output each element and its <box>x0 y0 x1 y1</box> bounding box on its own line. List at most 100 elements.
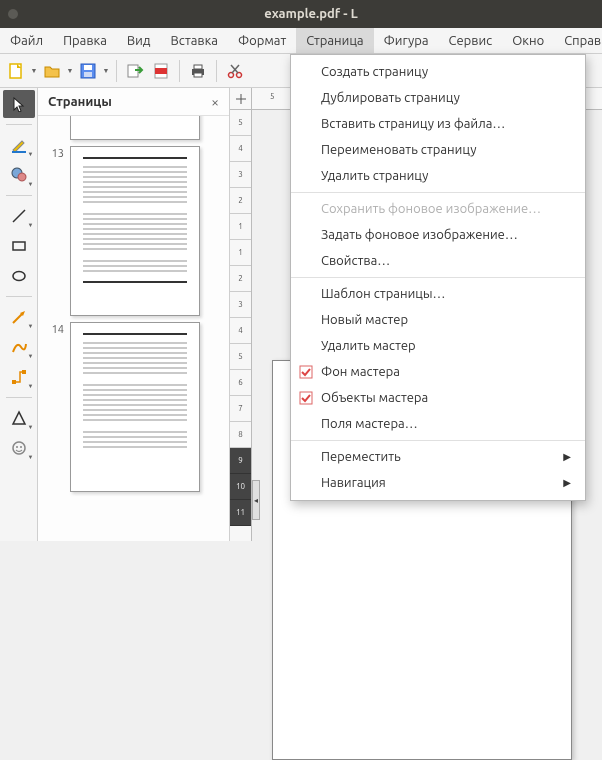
titlebar: example.pdf - L <box>0 0 602 28</box>
menu-window[interactable]: Окно <box>502 28 554 53</box>
select-tool[interactable] <box>3 90 35 118</box>
page-thumb-row[interactable]: 14 <box>44 322 223 492</box>
menu-separator <box>291 192 585 193</box>
menu-file[interactable]: Файл <box>0 28 53 53</box>
page-thumbnail[interactable] <box>70 146 200 316</box>
page-thumb-row[interactable]: 13 <box>44 146 223 316</box>
pages-panel-header: Страницы × <box>38 88 229 116</box>
pages-panel-title: Страницы <box>48 95 211 109</box>
symbol-tool[interactable]: ▼ <box>3 434 35 462</box>
ellipse-tool[interactable] <box>3 262 35 290</box>
menu-shape[interactable]: Фигура <box>374 28 439 53</box>
ruler-tick: 2 <box>230 266 251 292</box>
page-thumbnail[interactable] <box>70 322 200 492</box>
menu-item-label: Задать фоновое изображение… <box>321 228 518 242</box>
menu-item-label: Навигация <box>321 476 386 490</box>
menu-delete-page[interactable]: Удалить страницу <box>291 163 585 189</box>
menu-tools[interactable]: Сервис <box>439 28 503 53</box>
basic-shapes-tool[interactable]: ▼ <box>3 404 35 432</box>
menu-view[interactable]: Вид <box>117 28 161 53</box>
menu-item-label: Удалить мастер <box>321 339 416 353</box>
ruler-corner-icon[interactable] <box>230 88 252 110</box>
left-toolbox: ▼ ▼ ▼ ▼ ▼ ▼ ▼ ▼ <box>0 88 38 541</box>
check-icon <box>299 365 313 379</box>
menubar: Файл Правка Вид Вставка Формат Страница … <box>0 28 602 54</box>
dropdown-icon: ▼ <box>28 181 34 188</box>
menu-insert[interactable]: Вставка <box>160 28 227 53</box>
print-button[interactable] <box>186 59 210 83</box>
fill-color-tool[interactable]: ▼ <box>3 161 35 189</box>
ruler-tick: 9 <box>230 448 251 474</box>
export-button[interactable] <box>123 59 147 83</box>
menu-item-label: Создать страницу <box>321 65 428 79</box>
cut-button[interactable] <box>223 59 247 83</box>
page-thumbnail[interactable] <box>70 116 200 140</box>
menu-save-background: Сохранить фоновое изображение… <box>291 196 585 222</box>
connector-tool[interactable]: ▼ <box>3 363 35 391</box>
menu-item-label: Поля мастера… <box>321 417 418 431</box>
ruler-tick: 5 <box>230 110 251 136</box>
menu-properties[interactable]: Свойства… <box>291 248 585 274</box>
ruler-tick: 7 <box>230 396 251 422</box>
export-pdf-button[interactable] <box>149 59 173 83</box>
menu-separator <box>291 277 585 278</box>
curve-tool[interactable]: ▼ <box>3 333 35 361</box>
menu-page[interactable]: Страница <box>296 28 373 53</box>
page-number: 13 <box>44 146 64 160</box>
menu-insert-page-from-file[interactable]: Вставить страницу из файла… <box>291 111 585 137</box>
ruler-tick: 3 <box>230 162 251 188</box>
dropdown-icon: ▼ <box>28 323 34 330</box>
arrow-tool[interactable]: ▼ <box>3 303 35 331</box>
ruler-tick: 5 <box>230 344 251 370</box>
page-number: 14 <box>44 322 64 336</box>
menu-master-objects[interactable]: Объекты мастера <box>291 385 585 411</box>
menu-master-fields[interactable]: Поля мастера… <box>291 411 585 437</box>
ruler-tick: 4 <box>230 136 251 162</box>
menu-master-background[interactable]: Фон мастера <box>291 359 585 385</box>
line-tool[interactable]: ▼ <box>3 202 35 230</box>
ruler-tick: 4 <box>230 318 251 344</box>
ruler-tick: 5 <box>270 92 275 101</box>
menu-item-label: Фон мастера <box>321 365 400 379</box>
menu-navigation[interactable]: Навигация▶ <box>291 470 585 496</box>
ruler-tick: 10 <box>230 474 251 500</box>
menu-master-template[interactable]: Шаблон страницы… <box>291 281 585 307</box>
dropdown-icon: ▼ <box>28 383 34 390</box>
save-dropdown-icon[interactable]: ▼ <box>102 67 110 75</box>
menu-rename-page[interactable]: Переименовать страницу <box>291 137 585 163</box>
menu-item-label: Свойства… <box>321 254 390 268</box>
open-dropdown-icon[interactable]: ▼ <box>66 67 74 75</box>
menu-item-label: Дублировать страницу <box>321 91 460 105</box>
panel-collapse-handle[interactable]: ◂ <box>252 480 260 520</box>
menu-edit[interactable]: Правка <box>53 28 117 53</box>
menu-new-page[interactable]: Создать страницу <box>291 59 585 85</box>
page-menu-dropdown: Создать страницу Дублировать страницу Вс… <box>290 54 586 501</box>
save-button[interactable] <box>76 59 100 83</box>
menu-item-label: Сохранить фоновое изображение… <box>321 202 541 216</box>
menu-format[interactable]: Формат <box>228 28 296 53</box>
window-close-icon[interactable] <box>8 9 18 19</box>
menu-item-label: Переместить <box>321 450 401 464</box>
ruler-tick: 3 <box>230 292 251 318</box>
rectangle-tool[interactable] <box>3 232 35 260</box>
menu-duplicate-page[interactable]: Дублировать страницу <box>291 85 585 111</box>
dropdown-icon: ▼ <box>28 222 34 229</box>
menu-delete-master[interactable]: Удалить мастер <box>291 333 585 359</box>
page-thumb-row[interactable] <box>44 116 223 140</box>
new-doc-dropdown-icon[interactable]: ▼ <box>30 67 38 75</box>
menu-help[interactable]: Справка <box>554 28 602 53</box>
vertical-ruler[interactable]: 5 4 3 2 1 1 2 3 4 5 6 7 8 9 10 11 <box>230 110 252 541</box>
dropdown-icon: ▼ <box>28 353 34 360</box>
line-color-tool[interactable]: ▼ <box>3 131 35 159</box>
menu-item-label: Удалить страницу <box>321 169 428 183</box>
ruler-tick: 6 <box>230 370 251 396</box>
new-doc-button[interactable] <box>4 59 28 83</box>
pages-panel-close-icon[interactable]: × <box>211 94 219 110</box>
menu-new-master[interactable]: Новый мастер <box>291 307 585 333</box>
menu-item-label: Шаблон страницы… <box>321 287 445 301</box>
menu-move[interactable]: Переместить▶ <box>291 444 585 470</box>
dropdown-icon: ▼ <box>28 424 34 431</box>
menu-set-background[interactable]: Задать фоновое изображение… <box>291 222 585 248</box>
pages-panel: Страницы × 13 14 <box>38 88 230 541</box>
open-button[interactable] <box>40 59 64 83</box>
